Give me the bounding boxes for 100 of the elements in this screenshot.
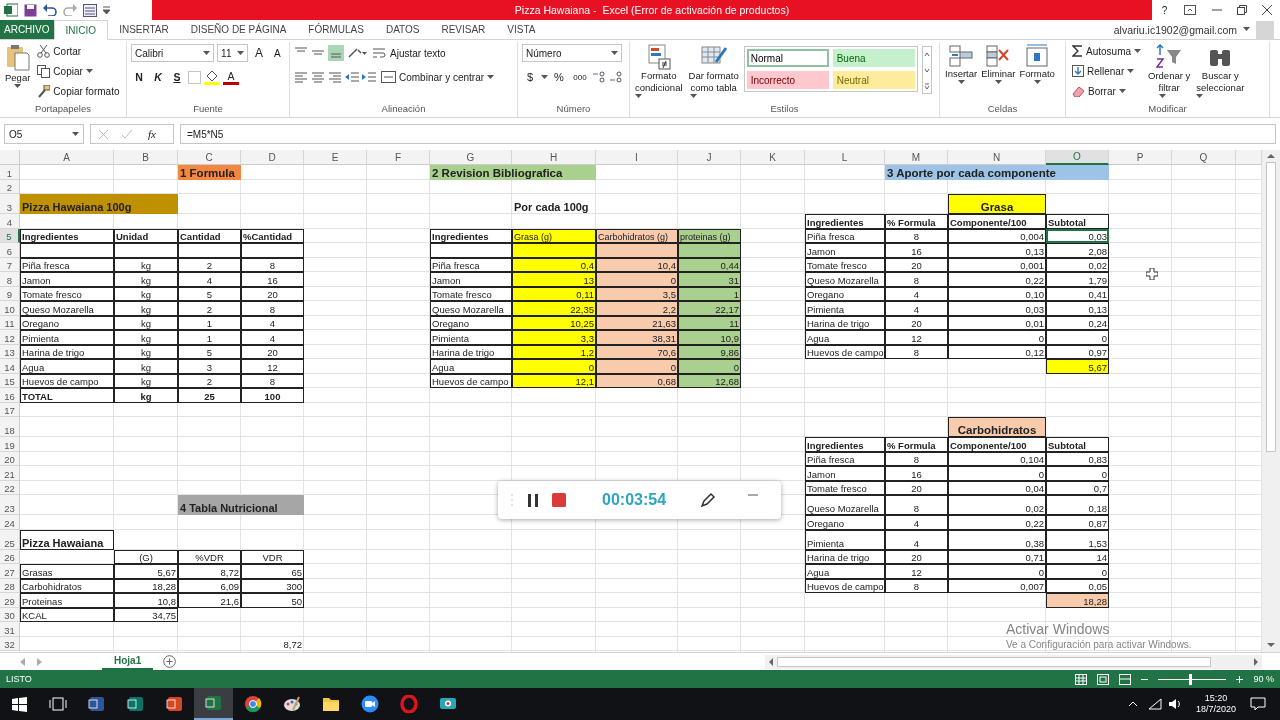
column-header[interactable]: M	[885, 150, 948, 165]
column-header[interactable]: J	[678, 150, 741, 165]
decrease-decimal-icon[interactable]	[610, 71, 624, 83]
row-header[interactable]: 3	[0, 194, 20, 214]
find-select-button[interactable]: Buscar y seleccionar	[1195, 42, 1246, 103]
cells-button[interactable]: Insertar	[944, 42, 979, 103]
volume-icon[interactable]	[1167, 698, 1182, 710]
row-header[interactable]: 27	[0, 564, 20, 579]
column-header[interactable]: B	[114, 150, 178, 165]
cell-style-option[interactable]: Normal	[746, 49, 829, 67]
wifi-icon[interactable]	[1147, 698, 1162, 710]
slider-thumb[interactable]	[1189, 673, 1193, 685]
scrollbar-thumb[interactable]	[1266, 162, 1276, 452]
font-color-button[interactable]: A	[223, 69, 239, 85]
column-header[interactable]: I	[596, 150, 678, 165]
row-header[interactable]: 4	[0, 214, 20, 229]
sort-filter-button[interactable]: Ordenar y filtrar	[1147, 42, 1192, 103]
clock-date[interactable]: 18/7/2020	[1195, 704, 1236, 715]
zoom-in-icon[interactable]	[1236, 675, 1244, 683]
ribbon-tab[interactable]: DISEÑO DE PÁGINA	[179, 20, 298, 39]
column-header[interactable]: A	[20, 150, 114, 165]
cell-style-option[interactable]: Incorrecto	[746, 71, 829, 89]
thousands-button[interactable]: 000	[570, 68, 590, 86]
row-header[interactable]: 6	[0, 243, 20, 258]
column-header[interactable]: P	[1109, 150, 1172, 165]
column-header[interactable]: Q	[1172, 150, 1236, 165]
start-icon[interactable]	[11, 696, 27, 712]
scroll-left-icon[interactable]	[767, 656, 775, 667]
pen-icon[interactable]	[700, 492, 717, 508]
column-header[interactable]: G	[430, 150, 512, 165]
zoom-level[interactable]: 90 %	[1253, 674, 1274, 684]
fill-color-icon[interactable]	[204, 69, 220, 85]
row-header[interactable]: 23	[0, 495, 20, 515]
cells-button[interactable]: Eliminar	[980, 42, 1017, 103]
shrink-font-button[interactable]: A	[269, 44, 285, 62]
row-header[interactable]: 31	[0, 622, 20, 637]
page-layout-icon[interactable]	[1097, 673, 1110, 685]
increase-decimal-icon[interactable]	[593, 71, 607, 83]
orientation-icon[interactable]	[347, 47, 367, 59]
scroll-right-icon[interactable]	[1252, 656, 1260, 667]
sheet-tab[interactable]: Hoja1	[102, 653, 154, 670]
close-icon[interactable]	[1262, 5, 1273, 15]
formula-field[interactable]: =M5*N5	[180, 124, 1276, 144]
column-header[interactable]: K	[741, 150, 805, 165]
merge-center-button[interactable]: Combinar y centrar	[379, 68, 497, 86]
restore-icon[interactable]	[1237, 5, 1248, 15]
column-header[interactable]: F	[367, 150, 430, 165]
row-header[interactable]: 24	[0, 515, 20, 530]
account-email[interactable]: alvariu.ic1902@gmail.com	[1113, 23, 1237, 36]
ribbon-tab[interactable]: REVISAR	[430, 20, 497, 39]
row-header[interactable]: 29	[0, 593, 20, 608]
autosum-button[interactable]: Autosuma	[1070, 42, 1144, 60]
scroll-up-icon[interactable]	[1266, 152, 1276, 160]
cut-button[interactable]: Cortar	[35, 42, 122, 60]
row-header[interactable]: 10	[0, 301, 20, 316]
ribbon-tab[interactable]: INSERTAR	[108, 20, 180, 39]
column-header[interactable]: C	[178, 150, 241, 165]
row-header[interactable]: 25	[0, 529, 20, 550]
pause-icon[interactable]	[528, 493, 538, 507]
cell-style-option[interactable]: Buena	[832, 49, 915, 67]
scroll-down-icon[interactable]	[1266, 641, 1276, 649]
increase-indent-icon[interactable]	[362, 71, 376, 83]
percent-button[interactable]: %	[551, 68, 567, 86]
file-tab[interactable]: ARCHIVO	[0, 20, 54, 39]
gallery-scroll-icon[interactable]	[921, 46, 932, 94]
bold-button[interactable]: N	[131, 68, 147, 86]
number-format-dropdown[interactable]: Número	[522, 44, 622, 62]
currency-button[interactable]: $	[522, 68, 538, 86]
fill-button[interactable]: Rellenar	[1070, 62, 1144, 80]
scrollbar-thumb[interactable]	[777, 656, 1211, 667]
ribbon-tab[interactable]: INICIO	[53, 20, 109, 40]
insert-function-button[interactable]: fx	[146, 125, 158, 143]
spreadsheet-icon[interactable]	[4, 3, 18, 17]
font-family-dropdown[interactable]: Calibri	[131, 44, 215, 62]
ribbon-tab[interactable]: FÓRMULAS	[297, 20, 375, 39]
row-header[interactable]: 18	[0, 417, 20, 437]
clock-time[interactable]: 15:20	[1204, 693, 1228, 704]
column-header[interactable]: N	[948, 150, 1046, 165]
column-header[interactable]: E	[304, 150, 367, 165]
copy-button[interactable]: Copiar	[35, 62, 122, 80]
ribbon-tab[interactable]: DATOS	[374, 20, 431, 39]
name-box[interactable]: O5	[4, 124, 84, 144]
cells-button[interactable]: Formato	[1018, 42, 1056, 103]
row-header[interactable]: 12	[0, 330, 20, 345]
form-icon[interactable]	[83, 3, 97, 17]
normal-view-icon[interactable]	[1075, 673, 1088, 685]
decrease-indent-icon[interactable]	[345, 71, 359, 83]
customize-icon[interactable]	[103, 6, 110, 14]
chevron-up-icon[interactable]	[1127, 701, 1138, 707]
column-header[interactable]: L	[805, 150, 885, 165]
undo-icon[interactable]	[43, 4, 57, 16]
cell-style-option[interactable]: Neutral	[832, 71, 915, 89]
row-header[interactable]: 21	[0, 466, 20, 481]
help-button[interactable]: ?	[1159, 1, 1170, 19]
column-header[interactable]: D	[241, 150, 304, 165]
row-header[interactable]: 16	[0, 388, 20, 403]
ribbon-display-icon[interactable]	[1184, 5, 1197, 15]
row-header[interactable]: 14	[0, 359, 20, 374]
row-header[interactable]: 8	[0, 272, 20, 287]
underline-button[interactable]: S	[169, 68, 185, 86]
